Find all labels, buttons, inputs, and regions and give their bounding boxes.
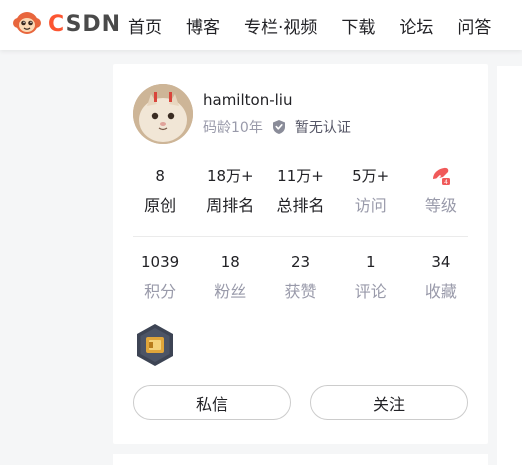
monkey-logo-icon bbox=[13, 12, 41, 34]
stats-row-secondary: 1039 积分 18 粉丝 23 获赞 1 评论 34 收藏 bbox=[125, 251, 476, 303]
next-sidebar-card bbox=[113, 454, 488, 465]
stat-value-icon: 4 bbox=[430, 165, 452, 187]
svg-text:4: 4 bbox=[444, 179, 448, 186]
private-message-button[interactable]: 私信 bbox=[133, 385, 291, 420]
logo-text-rest: SDN bbox=[65, 11, 122, 37]
stat-value: 8 bbox=[155, 167, 165, 185]
stat-favorites: 34 收藏 bbox=[406, 251, 476, 303]
nav-item-home[interactable]: 首页 bbox=[128, 13, 162, 38]
nav-item-qa[interactable]: 问答 bbox=[457, 13, 491, 38]
stat-label: 访问 bbox=[354, 196, 387, 215]
username[interactable]: hamilton-liu bbox=[203, 91, 292, 109]
stat-level[interactable]: 4 等级 bbox=[406, 165, 476, 217]
stat-label: 获赞 bbox=[284, 282, 317, 301]
stat-label: 等级 bbox=[424, 196, 457, 215]
follow-button[interactable]: 关注 bbox=[310, 385, 468, 420]
stat-value: 5万+ bbox=[352, 167, 390, 185]
code-age: 码龄10年 bbox=[203, 120, 263, 136]
stat-visits: 5万+ 访问 bbox=[336, 165, 406, 217]
stats-row-primary: 8 原创 18万+ 周排名 11万+ 总排名 5万+ 访问 4 等级 bbox=[125, 165, 476, 217]
stat-value: 34 bbox=[431, 253, 451, 271]
author-meta: 码龄10年 暂无认证 bbox=[203, 117, 351, 137]
csdn-logo[interactable]: CSDN bbox=[12, 9, 121, 39]
cat-avatar-image bbox=[133, 84, 193, 144]
stat-label: 收藏 bbox=[424, 282, 457, 301]
level-icon: 4 bbox=[432, 167, 450, 186]
stat-value: 1 bbox=[365, 253, 376, 271]
stat-comments: 1 评论 bbox=[336, 251, 406, 303]
stat-value: 18万+ bbox=[206, 167, 254, 185]
stat-label: 积分 bbox=[144, 282, 177, 301]
stat-points: 1039 积分 bbox=[125, 251, 195, 303]
stat-value: 18 bbox=[220, 253, 240, 271]
nav-item-column-video[interactable]: 专栏·视频 bbox=[244, 13, 317, 38]
stat-total-rank[interactable]: 11万+ 总排名 bbox=[265, 165, 335, 217]
nav-item-blog[interactable]: 博客 bbox=[186, 13, 220, 38]
author-profile-card: hamilton-liu 码龄10年 暂无认证 8 原创 18万+ 周排名 11… bbox=[113, 64, 488, 444]
stat-label: 粉丝 bbox=[214, 282, 247, 301]
stat-label: 评论 bbox=[354, 282, 387, 301]
stat-fans[interactable]: 18 粉丝 bbox=[195, 251, 265, 303]
top-navbar: CSDN 首页 博客 专栏·视频 下载 论坛 问答 bbox=[0, 0, 522, 50]
achievement-badge-icon[interactable] bbox=[135, 323, 175, 367]
stat-label: 总排名 bbox=[276, 196, 325, 215]
main-nav: 首页 博客 专栏·视频 下载 论坛 问答 bbox=[128, 0, 515, 50]
shield-icon bbox=[272, 120, 285, 134]
stat-value: 23 bbox=[290, 253, 311, 271]
avatar[interactable] bbox=[133, 84, 193, 144]
stat-label: 原创 bbox=[144, 196, 177, 215]
stat-weekly-rank[interactable]: 18万+ 周排名 bbox=[195, 165, 265, 217]
certification-status: 暂无认证 bbox=[294, 120, 351, 136]
stat-likes: 23 获赞 bbox=[265, 251, 335, 303]
nav-item-download[interactable]: 下载 bbox=[341, 13, 375, 38]
logo-text: CSDN bbox=[48, 11, 122, 37]
right-column-panel bbox=[497, 66, 522, 465]
stat-original[interactable]: 8 原创 bbox=[125, 165, 195, 217]
stats-divider bbox=[133, 236, 468, 237]
stat-value: 1039 bbox=[141, 253, 180, 271]
stat-label: 周排名 bbox=[206, 196, 255, 215]
stat-value: 11万+ bbox=[277, 167, 324, 185]
nav-item-forum[interactable]: 论坛 bbox=[399, 13, 433, 38]
